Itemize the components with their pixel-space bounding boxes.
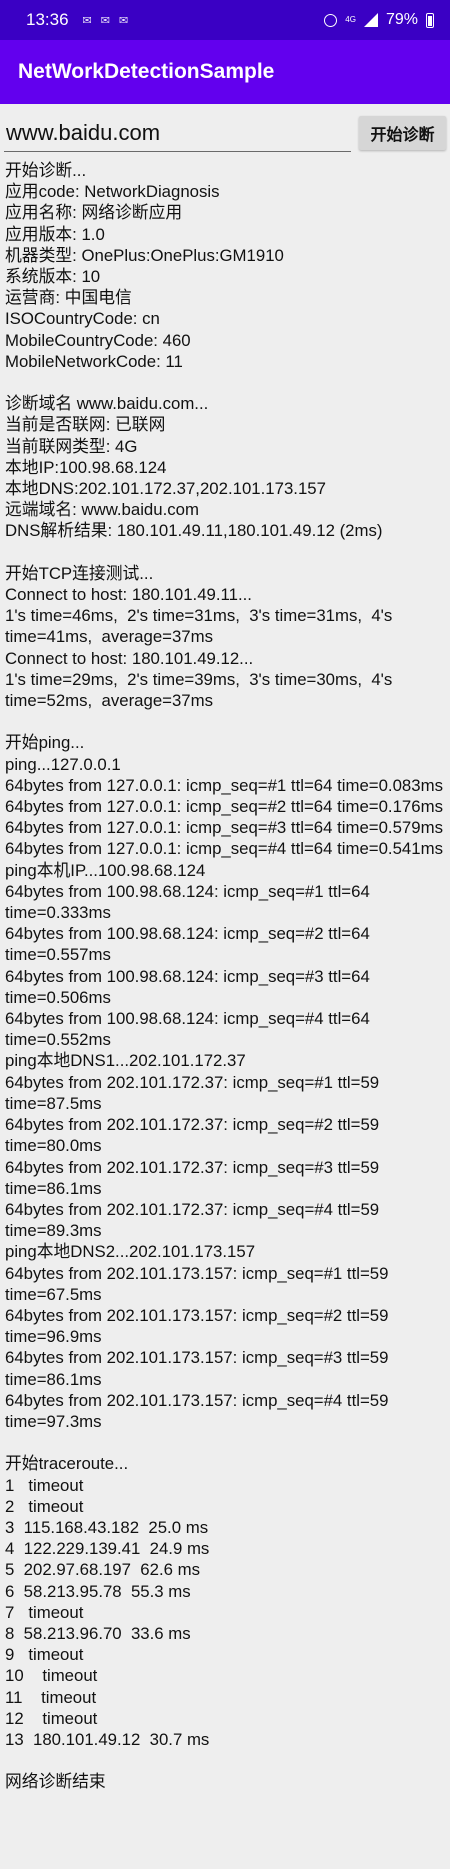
diagnosis-log: 开始诊断... 应用code: NetworkDiagnosis 应用名称: 网络诊… <box>0 160 450 1793</box>
log-line: 8 58.213.96.70 33.6 ms <box>5 1623 191 1643</box>
log-line: 64bytes from 202.101.173.157: icmp_seq=#… <box>5 1390 394 1431</box>
log-line: 5 202.97.68.197 62.6 ms <box>5 1560 200 1580</box>
log-line: 64bytes from 202.101.172.37: icmp_seq=#4… <box>5 1199 384 1241</box>
log-line: 应用code: NetworkDiagnosis <box>5 182 220 202</box>
log-line: ping本地DNS2...202.101.173.157 <box>5 1242 256 1262</box>
log-line: 64bytes from 202.101.172.37: icmp_seq=#3… <box>5 1157 384 1198</box>
app-title: NetWorkDetectionSample <box>18 60 275 83</box>
log-line: 本地DNS:202.101.172.37,202.101.173.157 <box>5 479 326 499</box>
network-type-label: 4G <box>345 15 356 24</box>
log-line: 64bytes from 127.0.0.1: icmp_seq=#3 ttl=… <box>5 818 443 838</box>
log-line: 6 58.213.95.78 55.3 ms <box>5 1581 191 1601</box>
battery-percent: 79% <box>385 11 418 28</box>
log-line: 运营商: 中国电信 <box>5 288 132 308</box>
log-line: 7 timeout <box>5 1602 84 1622</box>
log-line: 机器类型: OnePlus:OnePlus:GM1910 <box>5 245 284 265</box>
app-bar: NetWorkDetectionSample <box>0 40 450 104</box>
battery-icon <box>426 12 434 28</box>
notification-icon: ✉ <box>118 14 129 27</box>
log-line: 开始ping... <box>5 733 85 753</box>
domain-input[interactable] <box>4 114 351 152</box>
log-line: 开始诊断... <box>5 161 87 180</box>
log-line: 64bytes from 100.98.68.124: icmp_seq=#3 … <box>5 966 375 1007</box>
notification-icon: ✉ <box>82 14 92 27</box>
input-row: 开始诊断 <box>0 104 450 160</box>
log-line: 10 timeout <box>5 1666 98 1686</box>
log-line: DNS解析结果: 180.101.49.11,180.101.49.12 (2m… <box>5 521 383 541</box>
log-line: MobileCountryCode: 460 <box>5 330 191 350</box>
log-line: 64bytes from 202.101.173.157: icmp_seq=#… <box>5 1348 394 1389</box>
signal-icon <box>363 13 378 27</box>
log-line: 1's time=46ms, 2's time=31ms, 3's time=3… <box>5 606 397 647</box>
log-line: 11 timeout <box>5 1687 97 1707</box>
log-line: 开始TCP连接测试... <box>5 563 154 583</box>
log-line: 本地IP:100.98.68.124 <box>5 457 167 477</box>
status-right: 4G 79% <box>324 11 434 29</box>
log-line: MobileNetworkCode: 11 <box>5 351 183 371</box>
log-line: 64bytes from 202.101.172.37: icmp_seq=#1… <box>5 1072 384 1113</box>
log-line: 应用名称: 网络诊断应用 <box>5 203 183 223</box>
log-line: 系统版本: 10 <box>5 267 101 287</box>
log-line: 64bytes from 202.101.172.37: icmp_seq=#2… <box>5 1115 384 1156</box>
log-line: 1 timeout <box>5 1475 84 1495</box>
log-line: ISOCountryCode: cn <box>5 309 160 329</box>
log-line: 远端域名: www.baidu.com <box>5 500 199 520</box>
start-diagnosis-button[interactable]: 开始诊断 <box>359 116 446 150</box>
log-line: 1's time=29ms, 2's time=39ms, 3's time=3… <box>5 669 397 711</box>
log-line: ping本地DNS1...202.101.172.37 <box>5 1051 246 1071</box>
log-line: 4 122.229.139.41 24.9 ms <box>5 1539 210 1559</box>
log-line: 64bytes from 127.0.0.1: icmp_seq=#2 ttl=… <box>5 797 443 817</box>
log-line: 64bytes from 100.98.68.124: icmp_seq=#2 … <box>5 924 375 965</box>
log-line: 13 180.101.49.12 30.7 ms <box>5 1729 210 1749</box>
status-bar: 13:36 ✉ ✉ ✉ 4G 79% <box>0 0 450 40</box>
log-line: 3 115.168.43.182 25.0 ms <box>5 1517 209 1537</box>
log-line: 64bytes from 100.98.68.124: icmp_seq=#4 … <box>5 1009 375 1050</box>
log-line: Connect to host: 180.101.49.11... <box>5 585 252 605</box>
notification-icons: ✉ ✉ ✉ <box>83 14 129 27</box>
log-line: 当前是否联网: 已联网 <box>5 415 166 435</box>
log-line: ping本机IP...100.98.68.124 <box>5 860 206 880</box>
alarm-icon <box>324 13 338 27</box>
log-line: 2 timeout <box>5 1496 84 1516</box>
log-line: 64bytes from 202.101.173.157: icmp_seq=#… <box>5 1263 394 1304</box>
log-line: 64bytes from 100.98.68.124: icmp_seq=#1 … <box>5 881 375 923</box>
log-line: Connect to host: 180.101.49.12... <box>5 648 254 668</box>
log-line: 9 timeout <box>5 1645 84 1665</box>
log-line: 12 timeout <box>5 1708 98 1728</box>
log-line: 开始traceroute... <box>5 1454 129 1474</box>
log-line: 诊断域名 www.baidu.com... <box>5 394 209 414</box>
log-line: 64bytes from 127.0.0.1: icmp_seq=#1 ttl=… <box>5 775 443 795</box>
log-line: 64bytes from 127.0.0.1: icmp_seq=#4 ttl=… <box>5 839 443 859</box>
log-line: 网络诊断结束 <box>5 1772 106 1792</box>
log-line: 64bytes from 202.101.173.157: icmp_seq=#… <box>5 1305 394 1347</box>
log-line: 当前联网类型: 4G <box>5 436 138 456</box>
status-time: 13:36 <box>26 10 69 29</box>
log-line: 应用版本: 1.0 <box>5 224 105 244</box>
notification-icon: ✉ <box>100 14 110 27</box>
log-line: ping...127.0.0.1 <box>5 754 121 774</box>
